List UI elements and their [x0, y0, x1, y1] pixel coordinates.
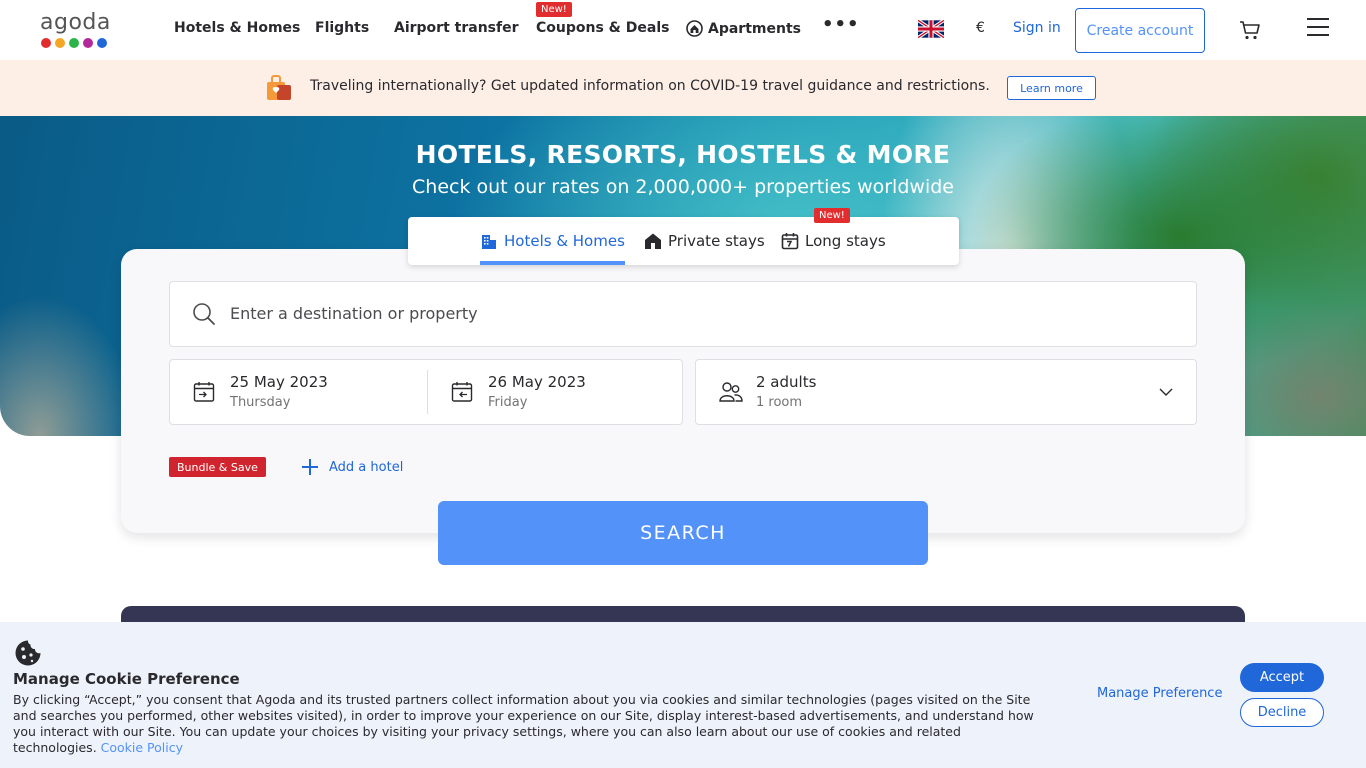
logo-dots: [41, 38, 107, 48]
currency-selector[interactable]: €: [976, 20, 985, 36]
rooms-count: 1 room: [756, 395, 803, 410]
search-icon: [193, 303, 215, 325]
guests-count: 2 adults: [756, 373, 817, 391]
cookie-title: Manage Cookie Preference: [13, 670, 240, 688]
check-in-calendar-icon: [193, 382, 215, 402]
bundle-save-badge: Bundle & Save: [169, 457, 266, 477]
manage-preference-link[interactable]: Manage Preference: [1097, 686, 1222, 701]
check-out-date: 26 May 2023: [488, 373, 586, 391]
create-account-button[interactable]: Create account: [1075, 8, 1205, 53]
cookie-banner: Manage Cookie Preference By clicking “Ac…: [0, 622, 1366, 768]
check-in-day: Thursday: [230, 395, 291, 410]
search-card: 25 May 2023 Thursday 26 May 2023 Friday …: [121, 249, 1245, 533]
covid-banner: Traveling internationally? Get updated i…: [0, 60, 1366, 116]
top-navigation: agoda Hotels & Homes Flights Airport tra…: [0, 0, 1366, 60]
cart-icon[interactable]: [1238, 18, 1262, 42]
sign-in-link[interactable]: Sign in: [1013, 20, 1061, 36]
hero-subtitle: Check out our rates on 2,000,000+ proper…: [412, 176, 954, 198]
nav-apartments[interactable]: Apartments: [686, 20, 801, 37]
tab-hotels-label: Hotels & Homes: [504, 232, 625, 250]
tab-private-label: Private stays: [668, 232, 765, 250]
occupancy-field[interactable]: 2 adults 1 room: [695, 359, 1197, 425]
coupons-new-badge: New!: [536, 2, 572, 17]
apartment-icon: [686, 20, 703, 37]
tab-long-stays[interactable]: Long stays: [781, 217, 886, 265]
tab-long-label: Long stays: [805, 232, 886, 250]
nav-airport-transfer[interactable]: Airport transfer: [394, 20, 518, 36]
travel-bag-icon: [267, 75, 291, 100]
house-icon: [645, 233, 661, 249]
agoda-logo[interactable]: agoda: [40, 10, 114, 50]
covid-banner-text: Traveling internationally? Get updated i…: [310, 78, 990, 94]
date-picker: 25 May 2023 Thursday 26 May 2023 Friday: [169, 359, 683, 425]
nav-apartments-label: Apartments: [708, 20, 801, 37]
calendar-7-icon: [781, 233, 799, 250]
search-button[interactable]: SEARCH: [438, 501, 928, 565]
decline-button[interactable]: Decline: [1240, 698, 1324, 727]
nav-hotels-homes[interactable]: Hotels & Homes: [174, 20, 300, 36]
logo-text: agoda: [40, 10, 111, 35]
hamburger-menu-icon[interactable]: [1307, 18, 1329, 38]
ellipsis-icon[interactable]: •••: [822, 14, 860, 35]
guests-icon: [719, 382, 743, 402]
tab-hotels-homes[interactable]: Hotels & Homes: [480, 217, 625, 265]
add-hotel-label: Add a hotel: [329, 459, 404, 475]
accept-button[interactable]: Accept: [1240, 663, 1324, 692]
search-tabs: Hotels & Homes Private stays New! Long s…: [408, 208, 959, 265]
add-hotel-button[interactable]: Add a hotel: [301, 457, 403, 477]
chevron-down-icon[interactable]: [1158, 384, 1174, 400]
check-out-calendar-icon: [451, 382, 473, 402]
check-out-field[interactable]: 26 May 2023 Friday: [428, 360, 682, 424]
cookie-icon: [15, 640, 41, 666]
plus-icon: [302, 459, 318, 475]
check-in-date: 25 May 2023: [230, 373, 328, 391]
learn-more-button[interactable]: Learn more: [1007, 76, 1096, 100]
uk-flag-icon[interactable]: [918, 19, 944, 39]
cookie-body: By clicking “Accept,” you consent that A…: [13, 692, 1043, 756]
nav-coupons-deals[interactable]: Coupons & Deals: [536, 20, 669, 36]
destination-input[interactable]: [230, 304, 1130, 323]
check-in-field[interactable]: 25 May 2023 Thursday: [170, 370, 428, 414]
nav-flights[interactable]: Flights: [315, 20, 369, 36]
hero-title: HOTELS, RESORTS, HOSTELS & MORE: [415, 140, 951, 169]
cookie-policy-link[interactable]: Cookie Policy: [101, 740, 183, 755]
destination-field[interactable]: [169, 281, 1197, 347]
check-out-day: Friday: [488, 395, 528, 410]
tab-private-stays[interactable]: Private stays: [644, 217, 765, 265]
hotel-building-icon: [482, 235, 496, 249]
